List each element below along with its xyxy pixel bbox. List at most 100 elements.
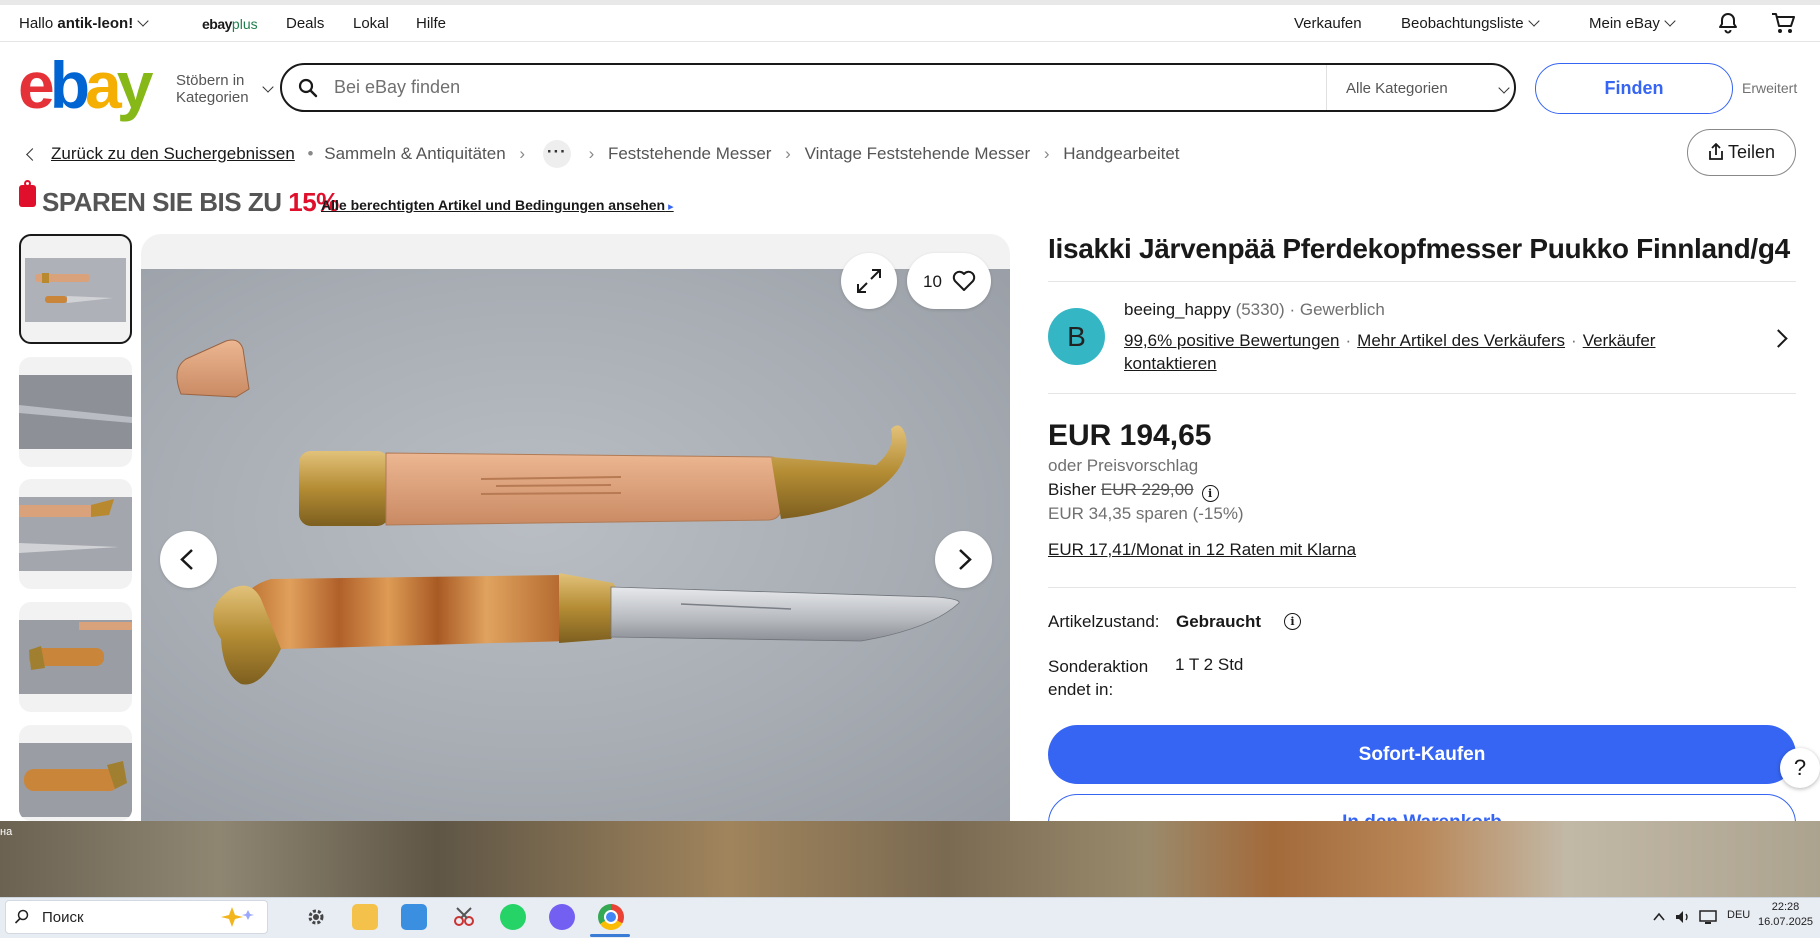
info-icon[interactable]: i — [1284, 613, 1301, 630]
klarna-installments-link[interactable]: EUR 17,41/Monat in 12 Raten mit Klarna — [1048, 540, 1356, 560]
ebayplus-ebay: ebay — [202, 16, 232, 32]
watch-count: 10 — [923, 272, 942, 291]
was-price: Bisher EUR 229,00 i — [1048, 480, 1219, 502]
taskbar — [0, 897, 1820, 938]
ebay-logo[interactable]: ebay — [18, 52, 153, 118]
chevron-left-icon — [180, 549, 193, 570]
copilot-sparkle-icon[interactable] — [218, 904, 262, 930]
search-divider — [1326, 65, 1327, 110]
browse-line1: Stöbern in — [176, 72, 245, 89]
chevron-right-icon[interactable] — [1769, 329, 1788, 348]
help-button[interactable]: ? — [1780, 748, 1820, 788]
chevron-down-icon — [137, 15, 149, 27]
breadcrumb-separator: › — [519, 144, 526, 163]
seller-type: Gewerblich — [1299, 300, 1385, 319]
seller-avatar[interactable]: B — [1048, 308, 1105, 365]
file-explorer-icon[interactable] — [352, 904, 378, 930]
seller-feedback-link[interactable]: 99,6% positive Bewertungen — [1124, 331, 1339, 350]
gallery-thumbnail[interactable] — [19, 602, 132, 712]
chrome-icon[interactable] — [598, 904, 624, 930]
chevron-down-icon — [262, 81, 274, 93]
speaker-icon[interactable] — [1674, 909, 1692, 925]
ebay-plus-link[interactable]: ebayplus — [202, 16, 258, 33]
lokal-link[interactable]: Lokal — [353, 15, 389, 32]
condition-value: Gebraucht — [1176, 612, 1262, 631]
promo-banner: SPAREN SIE BIS ZU 15% — [42, 187, 339, 218]
browse-categories-button[interactable]: Stöbern in Kategorien — [176, 72, 274, 106]
watchlist-menu[interactable]: Beobachtungsliste — [1401, 15, 1540, 32]
share-button[interactable]: Teilen — [1687, 129, 1796, 176]
clock-time: 22:28 — [1771, 901, 1800, 913]
gallery-thumbnail[interactable] — [19, 479, 132, 589]
breadcrumb-item[interactable]: Vintage Feststehende Messer — [805, 144, 1031, 163]
main-product-image[interactable] — [141, 269, 1010, 821]
separator-dot: · — [1571, 331, 1577, 350]
clock-date: 16.07.2025 — [1758, 916, 1814, 928]
back-to-results-link[interactable]: Zurück zu den Suchergebnissen — [51, 144, 295, 163]
deals-link[interactable]: Deals — [286, 15, 324, 32]
watch-button[interactable]: 10 — [907, 253, 991, 309]
seller-more-items-link[interactable]: Mehr Artikel des Verkäufers — [1357, 331, 1565, 350]
cart-icon[interactable] — [1770, 11, 1796, 35]
category-select[interactable]: Alle Kategorien — [1346, 80, 1510, 97]
promo-terms-link[interactable]: Alle berechtigten Artikel und Bedingunge… — [321, 197, 674, 213]
thumbnail-image — [25, 258, 126, 322]
item-title: Iisakki Järvenpää Pferdekopfmesser Puukk… — [1048, 233, 1790, 264]
gallery-thumbnail[interactable] — [19, 357, 132, 467]
taskbar-search-text: Поиск — [42, 909, 84, 926]
watchlist-label: Beobachtungsliste — [1401, 15, 1524, 32]
whatsapp-icon[interactable] — [500, 904, 526, 930]
logo-y: y — [116, 48, 154, 122]
language-indicator[interactable]: DEU — [1727, 909, 1750, 921]
my-ebay-menu[interactable]: Mein eBay — [1589, 15, 1676, 32]
heart-icon — [952, 270, 976, 291]
greeting[interactable]: Hallo antik-leon! — [19, 15, 149, 32]
info-icon[interactable]: i — [1201, 485, 1219, 502]
seller-sep: · — [1289, 300, 1296, 319]
chevron-up-icon[interactable] — [1652, 910, 1666, 924]
search-icon — [298, 78, 318, 98]
network-icon[interactable] — [1698, 909, 1718, 925]
seller-name[interactable]: beeing_happy — [1124, 300, 1231, 319]
sell-link[interactable]: Verkaufen — [1294, 15, 1362, 32]
chevron-right-icon — [959, 549, 972, 570]
next-image-button[interactable] — [935, 531, 992, 588]
fullscreen-button[interactable] — [841, 253, 897, 309]
divider — [1048, 281, 1796, 282]
seller-links: 99,6% positive Bewertungen · Mehr Artikel … — [1124, 329, 1724, 375]
breadcrumb-item[interactable]: Feststehende Messer — [608, 144, 771, 163]
bell-icon[interactable] — [1716, 11, 1740, 35]
logo-a: a — [85, 48, 122, 122]
price: EUR 194,65 — [1048, 419, 1212, 452]
gallery-thumbnail[interactable] — [19, 234, 132, 344]
previous-image-button[interactable] — [160, 531, 217, 588]
logo-e: e — [18, 48, 55, 122]
buy-now-button[interactable]: Sofort-Kaufen — [1048, 725, 1796, 784]
condition-label: Artikelzustand: — [1048, 612, 1160, 631]
seller-info: beeing_happy (5330) · Gewerblich — [1124, 300, 1385, 320]
ebayplus-plus: plus — [231, 16, 258, 32]
gallery-thumbnail[interactable] — [19, 725, 132, 821]
taskbar-clock[interactable]: 22:28 16.07.2025 — [1758, 900, 1813, 930]
savings-text: EUR 34,35 sparen (-15%) — [1048, 504, 1244, 523]
breadcrumb-item[interactable]: Sammeln & Antiquitäten — [324, 144, 505, 163]
settings-icon[interactable] — [303, 904, 329, 930]
advanced-search-link[interactable]: Erweitert — [1742, 80, 1797, 96]
breadcrumb-separator: › — [588, 144, 595, 163]
share-icon — [1709, 143, 1723, 160]
chevron-down-icon — [1664, 15, 1676, 27]
search-icon — [14, 909, 29, 924]
app-icon[interactable] — [401, 904, 427, 930]
sale-end-value: 1 T 2 Std — [1175, 655, 1244, 674]
share-label: Teilen — [1727, 142, 1776, 162]
snipping-tool-icon[interactable] — [451, 904, 477, 930]
breadcrumb-more-button[interactable]: ··· — [542, 140, 571, 168]
search-input[interactable] — [334, 75, 1314, 99]
breadcrumb-item[interactable]: Handgearbeitet — [1063, 144, 1179, 163]
find-button[interactable]: Finden — [1535, 63, 1733, 114]
help-link[interactable]: Hilfe — [416, 15, 446, 32]
promo-text: SPAREN SIE BIS ZU — [42, 187, 282, 217]
viber-icon[interactable] — [549, 904, 575, 930]
thumbnail-image — [19, 497, 132, 571]
chevron-left-icon[interactable] — [26, 147, 39, 161]
